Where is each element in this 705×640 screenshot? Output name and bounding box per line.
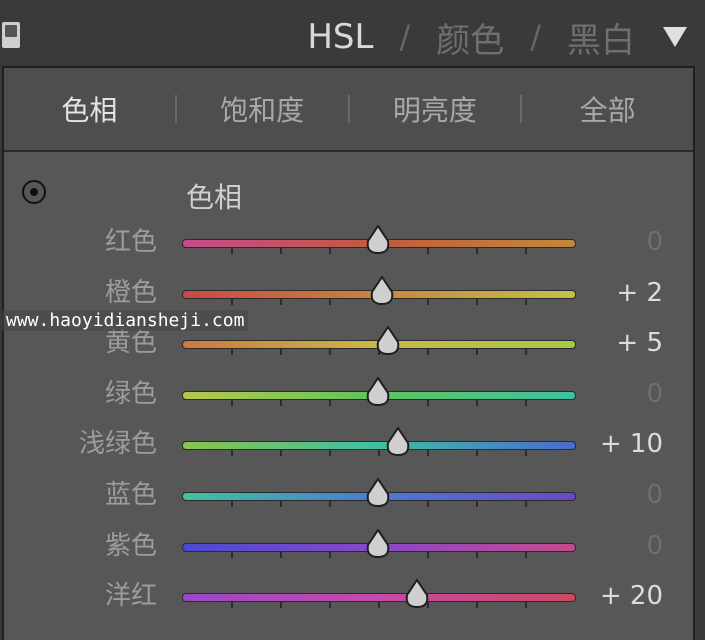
- slider-track[interactable]: [182, 593, 576, 609]
- slider-tick: [476, 398, 478, 406]
- mode-hsl[interactable]: HSL: [307, 17, 373, 57]
- slider-tick: [231, 550, 233, 558]
- slider-value[interactable]: + 10: [600, 421, 663, 467]
- slider-row: 绿色 0: [4, 371, 693, 421]
- slider-tick: [427, 398, 429, 406]
- slider-row: 洋红 + 20: [4, 573, 693, 623]
- slider-tick: [329, 297, 331, 305]
- slider-tick: [231, 348, 233, 356]
- slider-tick: [427, 247, 429, 254]
- slider-tick: [427, 550, 429, 558]
- slider-tick: [476, 601, 478, 609]
- target-adjustment-icon[interactable]: [22, 180, 46, 204]
- slider-thumb[interactable]: [363, 528, 393, 559]
- slider-row: 红色 0: [4, 219, 693, 269]
- slider-row: 浅绿色 + 10: [4, 421, 693, 471]
- slider-tick: [525, 449, 527, 457]
- slider-tick: [427, 297, 429, 305]
- slider-tick: [280, 247, 282, 254]
- slider-tick: [280, 449, 282, 457]
- hsl-panel-header: HSL / 颜色 / 黑白: [0, 0, 705, 66]
- slider-tick: [476, 348, 478, 356]
- slider-tick: [476, 500, 478, 507]
- slider-label: 紫色: [104, 530, 157, 561]
- hsl-panel: 色相 饱和度 明亮度 全部 色相 红色 0 橙色 + 2 黄色 + 5 绿色 0 浅绿色 + 10…: [2, 66, 695, 640]
- slider-label: 浅绿色: [78, 429, 157, 460]
- slider-row: 蓝色 0: [4, 472, 693, 522]
- slider-tick: [280, 500, 282, 507]
- slider-label: 绿色: [104, 378, 157, 409]
- slider-tick: [427, 348, 429, 356]
- slider-tick: [476, 297, 478, 305]
- slider-track[interactable]: [182, 441, 576, 457]
- slider-value[interactable]: 0: [646, 371, 663, 417]
- slider-tick: [231, 297, 233, 305]
- slider-tick: [231, 449, 233, 457]
- slider-value[interactable]: + 20: [600, 573, 663, 619]
- mode-separator: /: [399, 18, 411, 56]
- tab-luminance[interactable]: 明亮度: [350, 89, 521, 129]
- slider-label: 红色: [104, 227, 157, 257]
- mode-bw[interactable]: 黑白: [567, 13, 635, 62]
- slider-tick: [231, 601, 233, 609]
- slider-label: 橙色: [104, 277, 157, 308]
- tab-all[interactable]: 全部: [522, 89, 693, 129]
- slider-tick: [525, 348, 527, 356]
- slider-tick: [231, 500, 233, 507]
- slider-tick: [525, 398, 527, 406]
- mode-color[interactable]: 颜色: [436, 13, 504, 62]
- slider-tick: [329, 449, 331, 457]
- slider-tick: [525, 247, 527, 254]
- slider-tick: [280, 398, 282, 406]
- slider-tick: [280, 297, 282, 305]
- slider-label: 洋红: [104, 581, 157, 612]
- slider-tick: [280, 348, 282, 356]
- slider-tick: [476, 550, 478, 558]
- slider-tick: [329, 550, 331, 558]
- slider-value[interactable]: + 5: [616, 320, 663, 366]
- slider-tick: [329, 601, 331, 609]
- slider-thumb[interactable]: [363, 225, 393, 255]
- slider-tick: [329, 500, 331, 507]
- slider-tick: [329, 247, 331, 254]
- slider-tick: [427, 500, 429, 507]
- slider-thumb[interactable]: [383, 427, 413, 457]
- tab-saturation[interactable]: 饱和度: [177, 89, 348, 129]
- slider-tick: [427, 449, 429, 457]
- slider-tick: [378, 601, 380, 609]
- slider-tick: [378, 449, 380, 457]
- slider-tick: [476, 247, 478, 254]
- section-title: 色相: [186, 181, 243, 214]
- slider-thumb[interactable]: [402, 579, 432, 609]
- slider-value[interactable]: 0: [646, 523, 663, 569]
- panel-collapse-icon[interactable]: [2, 22, 20, 48]
- mode-switcher: HSL / 颜色 / 黑白: [307, 12, 687, 62]
- slider-tick: [231, 398, 233, 406]
- tab-hue[interactable]: 色相: [4, 89, 175, 129]
- slider-tick: [329, 398, 331, 406]
- slider-label: 蓝色: [104, 480, 157, 510]
- triangle-down-icon[interactable]: [663, 27, 687, 47]
- hsl-tabs: 色相 饱和度 明亮度 全部: [4, 68, 693, 152]
- slider-tick: [280, 601, 282, 609]
- slider-thumb[interactable]: [373, 326, 403, 356]
- slider-tick: [476, 449, 478, 457]
- mode-separator: /: [530, 18, 541, 56]
- slider-tick: [231, 247, 233, 254]
- slider-tick: [525, 550, 527, 558]
- slider-tick: [525, 500, 527, 507]
- slider-value[interactable]: 0: [646, 472, 663, 518]
- slider-thumb[interactable]: [367, 275, 397, 306]
- slider-thumb[interactable]: [363, 376, 393, 407]
- slider-value[interactable]: 0: [646, 219, 663, 265]
- slider-tick: [329, 348, 331, 356]
- slider-value[interactable]: + 2: [616, 270, 663, 316]
- slider-row: 紫色 0: [4, 523, 693, 573]
- slider-tick: [525, 601, 527, 609]
- watermark-text: www.haoyidiansheji.com: [2, 310, 249, 331]
- slider-tick: [525, 297, 527, 305]
- slider-tick: [280, 550, 282, 558]
- slider-thumb[interactable]: [363, 478, 393, 508]
